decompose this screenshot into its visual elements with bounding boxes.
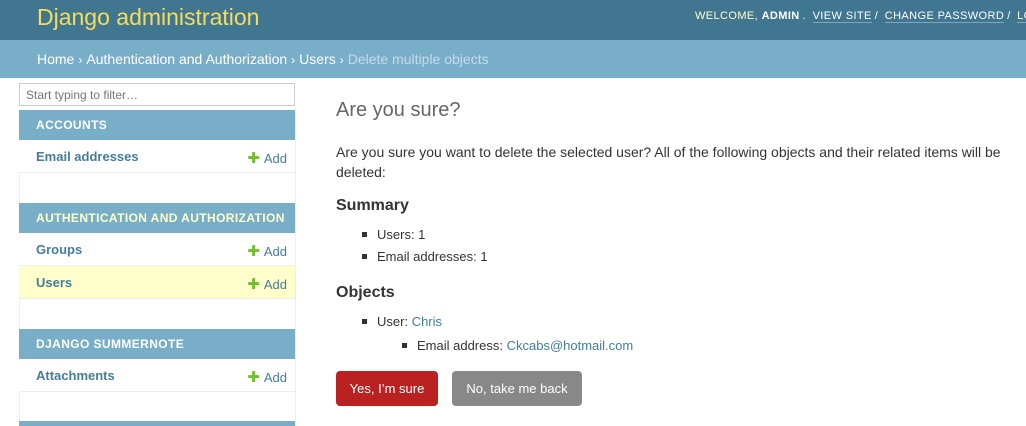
breadcrumb-separator: ›: [339, 53, 344, 67]
model-link-groups[interactable]: Groups: [36, 242, 82, 257]
log-out-link[interactable]: LOG OU: [1017, 10, 1026, 23]
objects-heading: Objects: [336, 284, 395, 301]
summary-item: Email addresses: 1: [362, 249, 488, 264]
confirm-delete-button[interactable]: Yes, I’m sure: [336, 371, 438, 406]
module-caption-next: [19, 421, 295, 426]
breadcrumb-model[interactable]: Users: [299, 51, 336, 67]
cancel-button[interactable]: No, take me back: [452, 371, 582, 406]
module-caption-authentication[interactable]: Authentication and Authorization: [19, 203, 295, 233]
user-object-link[interactable]: Chris: [412, 314, 442, 329]
add-icon: ✚: [247, 150, 260, 167]
sidebar-item-email-addresses: Email addresses ✚ Add: [19, 140, 295, 173]
confirmation-question: Are you sure you want to delete the sele…: [336, 144, 1001, 180]
breadcrumb: Home › Authentication and Authorization › Us…: [0, 40, 1026, 78]
object-item-user: User: Chris: [362, 314, 442, 329]
site-branding[interactable]: Django administration: [37, 4, 259, 31]
add-icon: ✚: [247, 243, 260, 260]
breadcrumb-home[interactable]: Home: [37, 51, 74, 67]
module-caption-accounts[interactable]: Accounts: [19, 110, 295, 140]
breadcrumb-separator: ›: [291, 53, 296, 67]
nav-filter-input[interactable]: [19, 83, 295, 106]
breadcrumb-separator: ›: [78, 53, 83, 67]
sidebar-border: [295, 106, 296, 426]
add-icon: ✚: [247, 369, 260, 386]
breadcrumb-app[interactable]: Authentication and Authorization: [86, 51, 287, 67]
add-email-address-link[interactable]: ✚ Add: [247, 149, 287, 167]
username: ADMIN: [761, 10, 800, 22]
page-title: Are you sure?: [336, 99, 461, 121]
view-site-link[interactable]: VIEW SITE: [812, 10, 872, 23]
add-group-link[interactable]: ✚ Add: [247, 242, 287, 260]
model-link-users[interactable]: Users: [36, 275, 72, 290]
user-tools: WELCOME, ADMIN. VIEW SITE / CHANGE PASSWO…: [695, 10, 1026, 23]
add-attachment-link[interactable]: ✚ Add: [247, 368, 287, 386]
model-link-attachments[interactable]: Attachments: [36, 368, 115, 383]
module-caption-summernote[interactable]: Django Summernote: [19, 329, 295, 359]
welcome-text: WELCOME,: [695, 10, 759, 22]
object-item-email: Email address: Ckcabs@hotmail.com: [402, 338, 633, 353]
breadcrumb-current: Delete multiple objects: [347, 51, 489, 67]
sidebar-item-groups: Groups ✚ Add: [19, 233, 295, 266]
email-object-link[interactable]: Ckcabs@hotmail.com: [507, 338, 634, 353]
add-icon: ✚: [247, 276, 260, 293]
add-user-link[interactable]: ✚ Add: [247, 275, 287, 293]
site-header: Django administration WELCOME, ADMIN. VI…: [0, 0, 1026, 40]
model-link-email-addresses[interactable]: Email addresses: [36, 149, 139, 164]
summary-item: Users: 1: [362, 227, 425, 242]
change-password-link[interactable]: CHANGE PASSWORD: [884, 10, 1005, 23]
summary-heading: Summary: [336, 197, 409, 214]
sidebar-item-users: Users ✚ Add: [19, 266, 295, 299]
sidebar-item-attachments: Attachments ✚ Add: [19, 359, 295, 392]
